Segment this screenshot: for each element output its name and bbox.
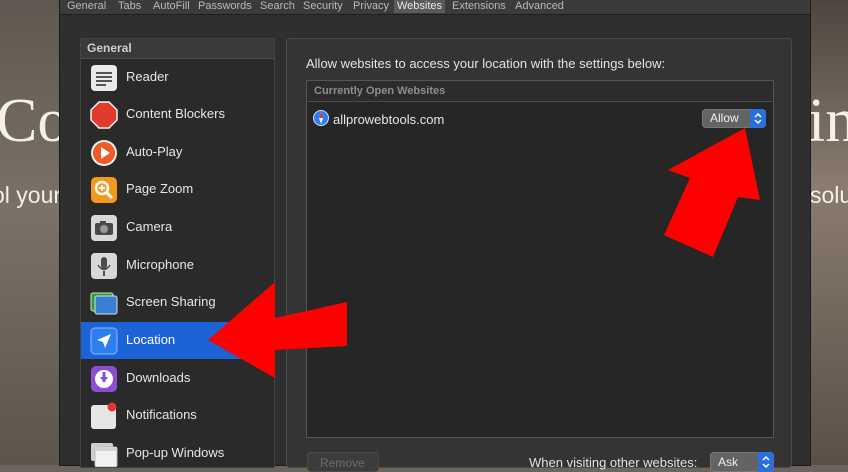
sidebar-section-title: General xyxy=(87,41,132,55)
sidebar-section-header: General xyxy=(81,39,274,59)
sidebar-item-content-blockers[interactable]: Content Blockers xyxy=(81,96,274,133)
popup-windows-icon xyxy=(90,440,118,467)
background-photo-right: in solu xyxy=(810,0,848,465)
table-header-label: Currently Open Websites xyxy=(314,85,446,97)
sidebar-item-label: Camera xyxy=(126,219,173,234)
sidebar-item-label: Auto-Play xyxy=(126,144,183,159)
background-small-text-right: solu xyxy=(810,182,848,208)
camera-icon xyxy=(90,214,118,242)
tab-passwords[interactable]: Passwords xyxy=(198,0,252,13)
location-arrow-icon xyxy=(90,327,118,355)
sidebar-item-screen-sharing[interactable]: Screen Sharing xyxy=(81,284,274,321)
sidebar-item-microphone[interactable]: Microphone xyxy=(81,247,274,284)
background-photo-left: Co ol your xyxy=(0,0,60,465)
other-websites-select[interactable]: Ask xyxy=(710,452,774,472)
settings-description: Allow websites to access your location w… xyxy=(306,56,666,71)
background-small-text-left: ol your xyxy=(0,182,60,208)
location-settings-pane: Allow websites to access your location w… xyxy=(286,38,792,472)
website-name: allprowebtools.com xyxy=(333,112,445,127)
remove-button-label: Remove xyxy=(320,456,365,470)
sidebar-item-location[interactable]: Location xyxy=(81,322,274,359)
background-big-text-left: Co xyxy=(0,87,60,155)
tab-search[interactable]: Search xyxy=(260,0,295,13)
stop-sign-icon xyxy=(90,101,118,129)
sidebar-item-auto-play[interactable]: Auto-Play xyxy=(81,134,274,171)
table-header: Currently Open Websites xyxy=(307,81,773,102)
preferences-window: General Tabs AutoFill Passwords Search S… xyxy=(60,0,810,472)
open-websites-table: Currently Open Websites allprowebtools.c… xyxy=(306,80,774,438)
remove-button[interactable]: Remove xyxy=(307,452,379,472)
reader-icon xyxy=(90,64,118,92)
tab-privacy[interactable]: Privacy xyxy=(353,0,389,13)
notifications-icon xyxy=(90,402,118,430)
site-permission-select[interactable]: Allow xyxy=(702,109,766,128)
sidebar-item-label: Content Blockers xyxy=(126,106,225,121)
tab-security[interactable]: Security xyxy=(303,0,343,13)
microphone-icon xyxy=(90,252,118,280)
preferences-toolbar: General Tabs AutoFill Passwords Search S… xyxy=(60,0,810,15)
tab-tabs[interactable]: Tabs xyxy=(118,0,141,13)
chevron-up-down-icon xyxy=(758,452,774,472)
other-websites-value: Ask xyxy=(718,455,739,469)
tab-advanced[interactable]: Advanced xyxy=(515,0,564,13)
site-permission-value: Allow xyxy=(710,111,739,125)
sidebar-item-popup-windows[interactable]: Pop-up Windows xyxy=(81,435,274,467)
background-big-text-right: in xyxy=(810,87,848,155)
tab-autofill[interactable]: AutoFill xyxy=(153,0,190,13)
sidebar-item-label: Microphone xyxy=(126,257,194,272)
sidebar-item-camera[interactable]: Camera xyxy=(81,209,274,246)
sidebar-item-downloads[interactable]: Downloads xyxy=(81,360,274,397)
sidebar-item-label: Notifications xyxy=(126,407,197,422)
play-icon xyxy=(90,139,118,167)
sidebar-item-notifications[interactable]: Notifications xyxy=(81,397,274,434)
table-row[interactable]: allprowebtools.com Allow xyxy=(307,104,773,134)
sidebar-item-reader[interactable]: Reader xyxy=(81,59,274,96)
tab-general[interactable]: General xyxy=(67,0,106,13)
magnifier-icon xyxy=(90,176,118,204)
screen-sharing-icon xyxy=(90,289,118,317)
sidebar-item-label: Location xyxy=(126,332,176,347)
chevron-up-down-icon xyxy=(750,109,766,128)
sidebar-item-label: Pop-up Windows xyxy=(126,445,225,460)
websites-sidebar: General Reader Content Blockers Auto-Pla… xyxy=(80,38,275,468)
sidebar-item-page-zoom[interactable]: Page Zoom xyxy=(81,171,274,208)
sidebar-item-label: Reader xyxy=(126,69,169,84)
download-icon xyxy=(90,365,118,393)
sidebar-item-label: Screen Sharing xyxy=(126,294,216,309)
sidebar-item-label: Page Zoom xyxy=(126,181,194,196)
tab-websites[interactable]: Websites xyxy=(394,0,446,13)
other-websites-label: When visiting other websites: xyxy=(529,455,698,470)
safari-compass-icon xyxy=(313,110,329,126)
sidebar-item-label: Downloads xyxy=(126,370,191,385)
tab-extensions[interactable]: Extensions xyxy=(452,0,506,13)
